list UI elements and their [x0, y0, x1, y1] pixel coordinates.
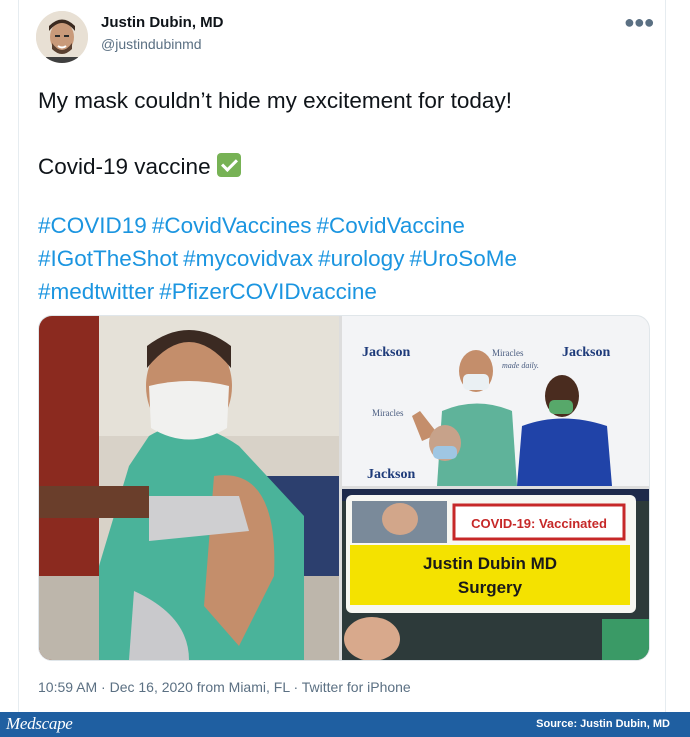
badge-dept: Surgery	[458, 578, 523, 597]
hashtag-link[interactable]: #medtwitter	[38, 279, 154, 304]
hashtag-link[interactable]: #IGotTheShot	[38, 246, 178, 271]
medscape-footer-bar: Medscape Source: Justin Dubin, MD	[0, 712, 690, 737]
hashtag-link[interactable]: #mycovidvax	[183, 246, 313, 271]
hashtag-link[interactable]: #CovidVaccines	[152, 213, 312, 238]
hashtag-link[interactable]: #COVID19	[38, 213, 147, 238]
media-grid: Jackson Miracles made daily. Jackson Mir…	[38, 315, 650, 661]
sign-made-daily: made daily.	[502, 361, 539, 370]
photo-vaccination[interactable]	[39, 316, 339, 660]
sign-jackson-bottom: Jackson	[367, 467, 415, 482]
tweet-timestamp[interactable]: 10:59 AM · Dec 16, 2020 from Miami, FL ·…	[38, 679, 411, 695]
sign-miracles-2: Miracles	[372, 408, 404, 418]
sign-jackson-right: Jackson	[562, 345, 610, 360]
badge-status: COVID-19: Vaccinated	[471, 516, 607, 531]
author-handle[interactable]: @justindubinmd	[101, 36, 202, 52]
avatar[interactable]	[36, 11, 88, 63]
hashtag-link[interactable]: #PfizerCOVIDvaccine	[159, 279, 377, 304]
hashtag-line-2: #IGotTheShot #mycovidvax #urology #UroSoMe	[38, 242, 650, 275]
badge-name: Justin Dubin MD	[423, 554, 557, 573]
sign-jackson-left: Jackson	[362, 345, 410, 360]
medscape-logo: Medscape	[6, 714, 73, 733]
hashtag-block: #COVID19 #CovidVaccines #CovidVaccine #IGo…	[38, 209, 650, 308]
tweet-line-2: Covid-19 vaccine	[38, 150, 648, 183]
hashtag-link[interactable]: #CovidVaccine	[316, 213, 464, 238]
photo-group[interactable]: Jackson Miracles made daily. Jackson Mir…	[342, 316, 649, 486]
hashtag-link[interactable]: #UroSoMe	[409, 246, 517, 271]
source-credit: Source: Justin Dubin, MD	[536, 718, 670, 730]
sign-miracles: Miracles	[492, 348, 524, 358]
avatar-photo	[36, 11, 88, 63]
check-mark-icon	[216, 153, 241, 177]
tweet-line-1: My mask couldn’t hide my excitement for …	[38, 88, 512, 113]
more-icon[interactable]: ●●●	[624, 12, 655, 33]
author-name[interactable]: Justin Dubin, MD	[101, 14, 224, 31]
hashtag-link[interactable]: #urology	[318, 246, 404, 271]
tweet-line-2-text: Covid-19 vaccine	[38, 154, 211, 179]
hashtag-line-3: #medtwitter #PfizerCOVIDvaccine	[38, 275, 650, 308]
hashtag-line-1: #COVID19 #CovidVaccines #CovidVaccine	[38, 209, 650, 242]
photo-badge[interactable]: COVID-19: Vaccinated Justin Dubin MD Sur…	[342, 489, 649, 660]
tweet-text: My mask couldn’t hide my excitement for …	[38, 84, 648, 183]
